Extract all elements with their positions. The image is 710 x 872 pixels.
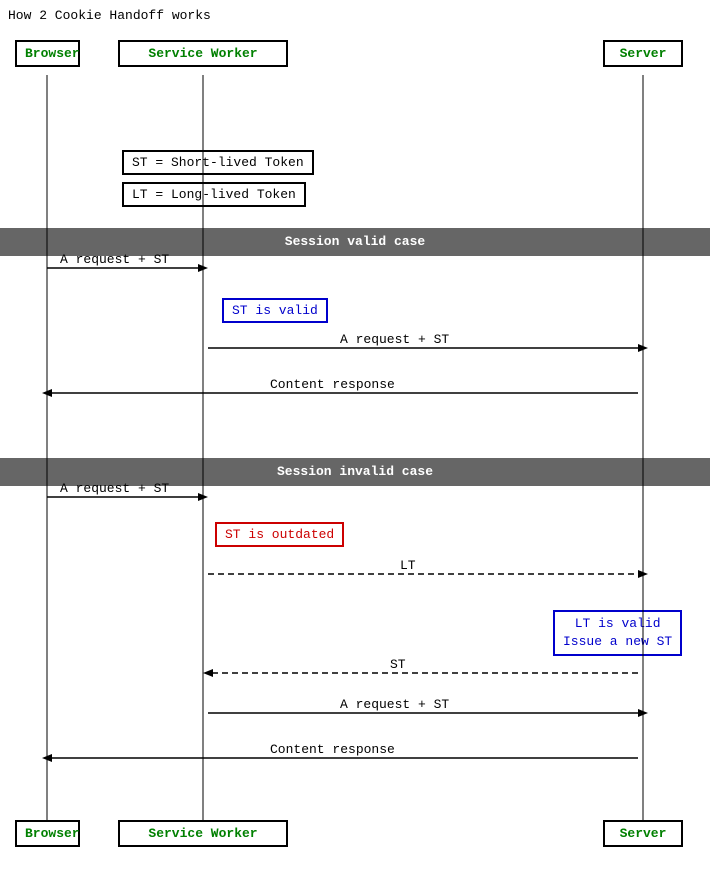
svg-text:LT: LT xyxy=(400,558,416,573)
diagram: How 2 Cookie Handoff works Browser Servi… xyxy=(0,0,710,872)
note-st-valid: ST is valid xyxy=(222,298,328,323)
actor-browser-bottom: Browser xyxy=(15,820,80,847)
note-st-def: ST = Short-lived Token xyxy=(122,150,314,175)
actor-sw-bottom: Service Worker xyxy=(118,820,288,847)
svg-text:A request + ST: A request + ST xyxy=(340,697,449,712)
section-valid: Session valid case xyxy=(0,228,710,256)
svg-text:Content response: Content response xyxy=(270,742,395,757)
svg-text:ST: ST xyxy=(390,657,406,672)
actor-server-bottom: Server xyxy=(603,820,683,847)
svg-text:A request + ST: A request + ST xyxy=(340,332,449,347)
page-title: How 2 Cookie Handoff works xyxy=(8,8,211,23)
note-st-outdated: ST is outdated xyxy=(215,522,344,547)
note-lt-valid: LT is validIssue a new ST xyxy=(553,610,682,656)
actor-server-top: Server xyxy=(603,40,683,67)
actor-sw-top: Service Worker xyxy=(118,40,288,67)
svg-text:Content response: Content response xyxy=(270,377,395,392)
arrows-svg: A request + ST A request + ST Content re… xyxy=(0,0,710,872)
section-invalid: Session invalid case xyxy=(0,458,710,486)
note-lt-def: LT = Long-lived Token xyxy=(122,182,306,207)
actor-browser-top: Browser xyxy=(15,40,80,67)
